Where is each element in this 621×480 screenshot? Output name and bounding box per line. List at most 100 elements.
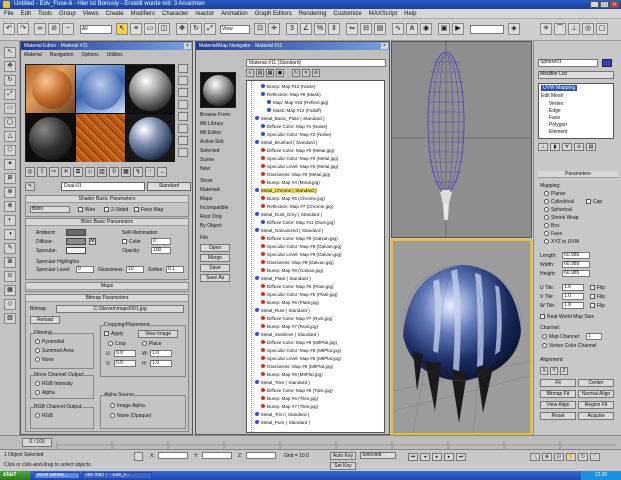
me-menu-utilities[interactable]: Utilities bbox=[107, 52, 123, 60]
reference-coordinate-dropdown[interactable]: View bbox=[220, 25, 250, 34]
taskbar-item-1[interactable]: 3ds max 7 - Edv_F... bbox=[82, 472, 152, 479]
select-by-material-icon[interactable] bbox=[178, 148, 188, 157]
auto-key-button[interactable]: Auto Key bbox=[330, 452, 356, 460]
tool-icon-13[interactable]: ◐ bbox=[4, 215, 16, 226]
tool-icon-2[interactable]: ✥ bbox=[4, 61, 16, 72]
bind-space-warp-icon[interactable]: ~ bbox=[62, 23, 74, 35]
stack-item-0[interactable]: UVW Mapping bbox=[541, 85, 578, 91]
sample-slot-2[interactable] bbox=[76, 65, 125, 113]
tree-row[interactable]: Specular Level: Map #8 (MtlPlat.jpg) bbox=[261, 355, 341, 362]
h-field[interactable]: 1.0 bbox=[150, 360, 172, 367]
bitmap-fit-button[interactable]: Bitmap Fit bbox=[540, 390, 576, 398]
show-map-in-viewport-icon[interactable]: ▦ bbox=[121, 167, 131, 177]
tree-row[interactable]: Glossiness: Map #8 (MtlPlat.jpg) bbox=[261, 363, 333, 370]
motion-panel-icon[interactable]: ◎ bbox=[582, 23, 594, 35]
tree-row[interactable]: Bump: Map #10 (Noise) bbox=[261, 83, 316, 90]
tree-row[interactable]: Metal_Stainless ( Standard ) bbox=[255, 331, 319, 338]
tree-row[interactable]: Specular Color: Map #2 (Noise) bbox=[261, 131, 331, 138]
tree-row[interactable]: Specular Color: Map #8 (MtlPlat.jpg) bbox=[261, 347, 341, 354]
nav-opt-11[interactable]: Root Only bbox=[200, 214, 240, 220]
background-icon[interactable] bbox=[178, 88, 188, 97]
sample-slot-4[interactable] bbox=[26, 114, 75, 162]
opacity-field[interactable]: 100 bbox=[151, 247, 171, 254]
tree-row[interactable]: Reflection: Map #7 (Chrome.jpg) bbox=[261, 203, 333, 210]
quick-render-activeshade-icon[interactable]: ◈ bbox=[508, 23, 520, 35]
nav-merge-button[interactable]: Merge bbox=[200, 254, 230, 262]
nav-opt-9[interactable]: Maps bbox=[200, 196, 240, 202]
self-illum-value[interactable]: 0 bbox=[151, 238, 171, 245]
tree-row[interactable]: Metal_Basic_Plate ( Standard ) bbox=[255, 115, 325, 122]
crop-radio[interactable] bbox=[108, 341, 113, 346]
viewport-perspective[interactable] bbox=[391, 239, 532, 435]
modifier-list-dropdown[interactable]: Modifier List bbox=[538, 71, 614, 79]
object-name-field[interactable]: Sphere01 bbox=[538, 59, 598, 67]
stack-item-2[interactable]: Vertex bbox=[549, 101, 563, 107]
width-field[interactable]: 60.985 bbox=[562, 261, 590, 268]
real-world-checkbox[interactable] bbox=[540, 314, 545, 319]
tool-icon-9[interactable]: ✦ bbox=[4, 159, 16, 170]
layer-manager-icon[interactable]: ▤ bbox=[374, 23, 386, 35]
menu-maxscript[interactable]: MAXScript bbox=[369, 11, 397, 17]
mapping-face-radio[interactable] bbox=[544, 231, 549, 236]
bitmap-parameters-header[interactable]: Bitmap Parameters bbox=[26, 295, 188, 302]
menu-customize[interactable]: Customize bbox=[333, 11, 361, 17]
soften-field[interactable]: 0.1 bbox=[166, 266, 184, 273]
nav-opt-2[interactable]: Mtl Editor bbox=[200, 130, 240, 136]
material-effects-channel-icon[interactable]: 0 bbox=[109, 167, 119, 177]
sample-slot-5[interactable] bbox=[76, 114, 125, 162]
v-flip-checkbox[interactable] bbox=[590, 294, 595, 299]
tool-icon-17[interactable]: ⊙ bbox=[4, 271, 16, 282]
viewport-top[interactable] bbox=[391, 41, 532, 238]
nav-opt-3[interactable]: Active Slot bbox=[200, 139, 240, 145]
start-button[interactable]: start bbox=[0, 471, 30, 480]
me-menu-material[interactable]: Material bbox=[24, 52, 42, 60]
tree-row[interactable]: Reflection: Map #8 (Mask) bbox=[261, 91, 321, 98]
tree-row[interactable]: Bump: Map #7 (Rust.jpg) bbox=[261, 323, 318, 330]
go-to-end-icon[interactable]: ⏭ bbox=[456, 453, 466, 461]
tree-row[interactable]: Specular Color: Map #5 (Plate.jpg) bbox=[261, 291, 337, 298]
schematic-view-icon[interactable]: ⋔ bbox=[406, 23, 418, 35]
tool-icon-10[interactable]: ⊞ bbox=[4, 173, 16, 184]
diffuse-map-button[interactable]: M bbox=[89, 238, 96, 245]
material-type-button[interactable]: Standard bbox=[147, 182, 191, 191]
none-opaque-radio[interactable] bbox=[110, 413, 115, 418]
render-scene-icon[interactable]: ▣ bbox=[438, 23, 450, 35]
zoom-icon[interactable]: 🔍 bbox=[530, 453, 540, 461]
tree-row[interactable]: Diffuse Color: Map #8 (MtlPlat.jpg) bbox=[261, 339, 337, 346]
menu-views[interactable]: Views bbox=[83, 11, 99, 17]
tool-icon-1[interactable]: ↖ bbox=[4, 47, 16, 58]
put-to-scene-icon[interactable]: ⇧ bbox=[37, 167, 47, 177]
me-menu-options[interactable]: Options bbox=[81, 52, 98, 60]
nav-save-as-button[interactable]: Save As bbox=[200, 274, 230, 282]
menu-animation[interactable]: Animation bbox=[221, 11, 248, 17]
lock-selection-icon[interactable] bbox=[134, 452, 143, 461]
menu-reactor[interactable]: reactor bbox=[195, 11, 214, 17]
close-button[interactable]: × bbox=[610, 1, 619, 8]
mapping-shrink-wrap-radio[interactable] bbox=[544, 215, 549, 220]
specular-level-field[interactable]: 0 bbox=[76, 266, 94, 273]
update-scene-icon[interactable]: ↻ bbox=[292, 69, 300, 77]
material-name-field[interactable]: Dual-01 bbox=[61, 182, 145, 191]
tool-icon-6[interactable]: ◯ bbox=[4, 117, 16, 128]
make-unique-icon[interactable]: ◇ bbox=[85, 167, 95, 177]
view-small-icons-icon[interactable]: ▦ bbox=[266, 69, 274, 77]
nav-opt-1[interactable]: Mtl Library bbox=[200, 121, 240, 127]
parameters-rollout-header[interactable]: Parameters bbox=[538, 171, 618, 178]
tree-row[interactable]: Metal_Galvanized ( Standard ) bbox=[255, 227, 323, 234]
u-field[interactable]: 0.0 bbox=[114, 350, 136, 357]
menu-graph-editors[interactable]: Graph Editors bbox=[255, 11, 292, 17]
blinn-basic-rollout-header[interactable]: Blinn Basic Parameters bbox=[26, 219, 188, 226]
tree-row[interactable]: Bump: Map #9 (Galvan.jpg) bbox=[261, 267, 323, 274]
rgb-intensity-radio[interactable] bbox=[35, 381, 40, 386]
two-sided-checkbox[interactable] bbox=[104, 207, 109, 212]
normal-align-button[interactable]: Normal Align bbox=[578, 390, 614, 398]
length-field[interactable]: 60.985 bbox=[562, 252, 590, 259]
filter-none-radio[interactable] bbox=[35, 357, 40, 362]
sample-slot-6[interactable] bbox=[126, 114, 175, 162]
angle-snap-icon[interactable]: ∠ bbox=[300, 23, 312, 35]
display-panel-icon[interactable]: ▢ bbox=[596, 23, 608, 35]
tree-row[interactable]: Metal_Trim ( Standard ) bbox=[255, 411, 309, 418]
play-icon[interactable]: ▸ bbox=[432, 453, 442, 461]
tool-icon-20[interactable]: ▧ bbox=[4, 313, 16, 324]
mono-alpha-radio[interactable] bbox=[35, 390, 40, 395]
